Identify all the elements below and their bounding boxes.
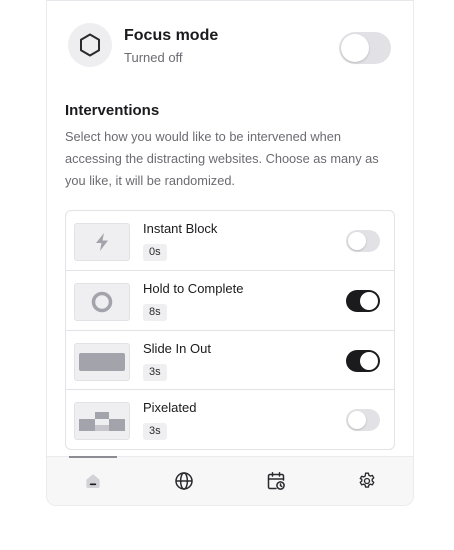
focus-mode-toggle[interactable] [339,32,391,64]
list-item-instant-block: Instant Block 0s [66,211,394,270]
toggle-knob [348,232,366,250]
hexagon-icon [68,23,112,67]
hold-to-complete-toggle[interactable] [346,290,380,312]
toggle-knob [360,292,378,310]
duration-badge: 3s [143,423,167,440]
interventions-description: Select how you would like to be interven… [65,129,379,188]
list-item-pixelated: Pixelated 3s [66,389,394,449]
bar-icon [74,343,130,381]
toggle-knob [341,34,369,62]
duration-badge: 8s [143,304,167,321]
extension-panel: Focus mode Turned off Interventions Sele… [46,0,414,506]
instant-block-toggle[interactable] [346,230,380,252]
list-item-hold-to-complete: Hold to Complete 8s [66,270,394,330]
focus-mode-title: Focus mode [124,27,219,44]
interventions-title: Interventions [65,102,160,119]
active-tab-indicator [69,456,117,458]
pixelated-toggle[interactable] [346,409,380,431]
toggle-knob [348,411,366,429]
globe-icon[interactable] [172,469,196,493]
list-item-slide-in-out: Slide In Out 3s [66,330,394,390]
focus-mode-status: Turned off [124,50,183,65]
slide-in-out-toggle[interactable] [346,350,380,372]
item-name: Pixelated [143,400,197,415]
duration-badge: 3s [143,364,167,381]
item-name: Instant Block [143,221,218,236]
calendar-clock-icon[interactable] [264,469,288,493]
ring-icon [74,283,130,321]
item-name: Hold to Complete [143,281,244,296]
home-icon[interactable] [81,469,105,493]
gear-icon[interactable] [355,469,379,493]
bottom-nav [47,456,413,505]
lightning-icon [74,223,130,261]
item-name: Slide In Out [143,341,211,356]
duration-badge: 0s [143,244,167,261]
pixel-blocks-icon [74,402,130,440]
interventions-list: Instant Block 0s Hold to Complete 8s Sli… [65,210,395,450]
focus-mode-row: Focus mode Turned off [47,0,413,95]
toggle-knob [360,352,378,370]
